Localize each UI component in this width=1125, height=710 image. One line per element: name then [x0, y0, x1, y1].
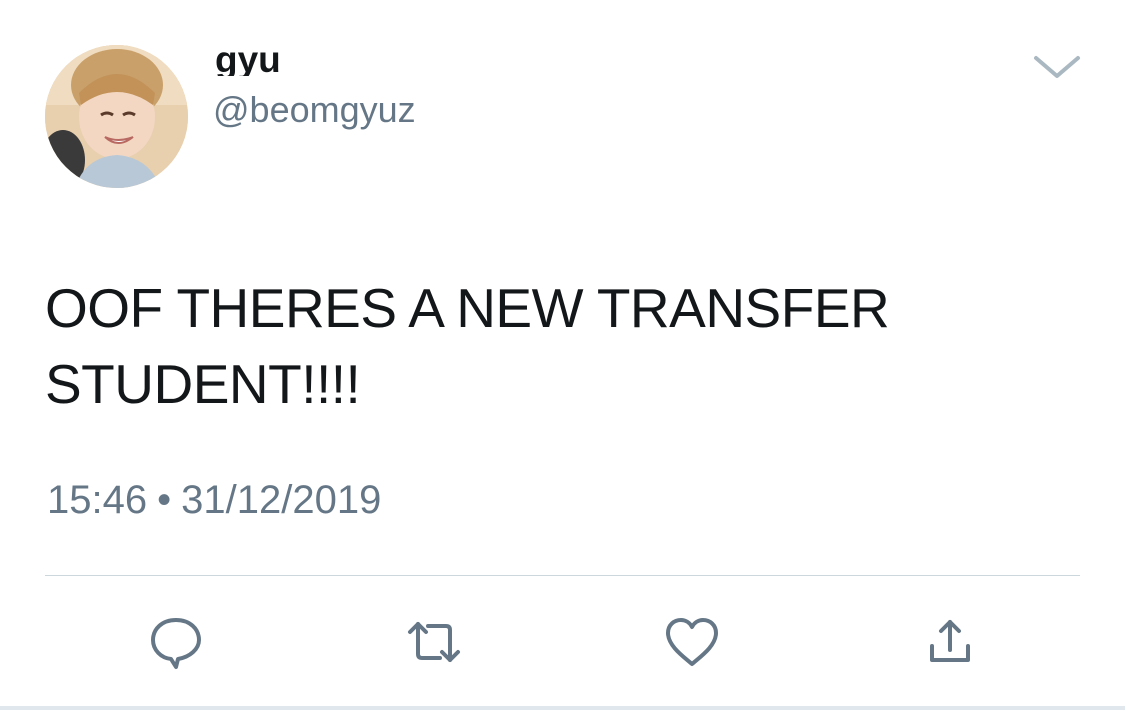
retweet-icon [408, 622, 460, 662]
meta-separator: • [157, 478, 172, 522]
user-handle[interactable]: @beomgyuz [213, 88, 416, 132]
avatar[interactable] [45, 45, 188, 188]
reply-button[interactable] [146, 612, 206, 672]
tweet-timestamp[interactable]: 15:46 • 31/12/2019 [47, 475, 381, 525]
chevron-down-icon[interactable] [1030, 50, 1084, 86]
reply-icon [151, 618, 201, 669]
tweet-time: 15:46 [47, 478, 148, 522]
tweet-date: 31/12/2019 [181, 478, 382, 522]
display-name[interactable]: gyu [215, 38, 281, 76]
divider [45, 575, 1080, 576]
tweet-text-line: OOF THERES A NEW TRANSFER [45, 277, 890, 339]
share-button[interactable] [920, 612, 980, 672]
share-icon [930, 620, 970, 662]
bottom-border [0, 706, 1125, 710]
tweet-text: OOF THERES A NEW TRANSFER STUDENT!!!! [45, 270, 1065, 422]
avatar-image [45, 45, 188, 188]
tweet-text-line: STUDENT!!!! [45, 353, 361, 415]
retweet-button[interactable] [404, 612, 464, 672]
heart-icon [666, 618, 718, 666]
like-button[interactable] [662, 612, 722, 672]
tweet-card: gyu @beomgyuz OOF THERES A NEW TRANSFER … [0, 0, 1125, 710]
